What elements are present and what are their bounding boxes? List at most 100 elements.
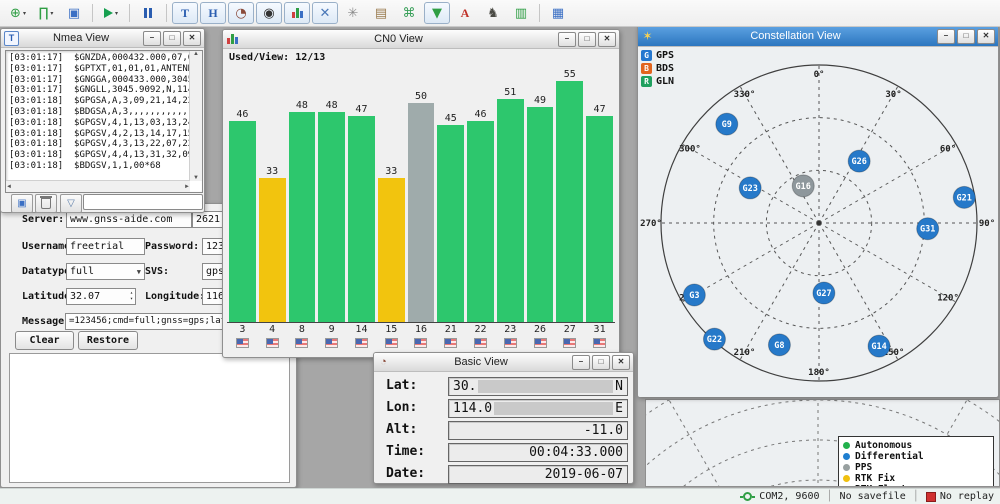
cn0-value-label: 51 <box>504 87 516 98</box>
device-tree-button[interactable]: ⌘ <box>396 2 422 24</box>
constellation-view-button[interactable]: ✕ <box>312 2 338 24</box>
font-button[interactable]: A <box>452 2 478 24</box>
svg-text:60°: 60° <box>940 145 956 155</box>
bird-button[interactable]: ♞ <box>480 2 506 24</box>
minimize-button[interactable]: – <box>937 29 955 44</box>
datatype-select[interactable]: full ▼ <box>66 263 145 280</box>
basic-view-titlebar[interactable]: ◔ Basic View – □ ✕ <box>374 353 633 372</box>
minimize-button[interactable]: – <box>143 31 161 46</box>
constellation-legend: GGPSBBDSRGLN <box>641 49 674 88</box>
svg-text:G9: G9 <box>722 120 732 130</box>
longitude-label: Longitude: <box>145 288 205 305</box>
legend-dot-icon <box>843 486 850 487</box>
replay-stop-icon <box>926 492 936 502</box>
scroll-down-icon[interactable]: ▼ <box>190 175 202 181</box>
spinner-arrows-icon[interactable]: ▴▾ <box>130 290 133 302</box>
basic-date-value: 2019-06-07 <box>545 467 623 482</box>
minimize-button[interactable]: – <box>572 355 590 370</box>
chevron-down-icon[interactable]: ▾ <box>50 10 53 17</box>
satellite-G23: G23 <box>739 177 761 199</box>
maximize-button[interactable]: □ <box>592 355 610 370</box>
filter-button[interactable]: ▽ <box>60 194 82 213</box>
scroll-right-icon[interactable]: ► <box>184 184 190 190</box>
cn0-bar-23 <box>497 99 524 323</box>
close-button[interactable]: ✕ <box>612 355 630 370</box>
maximize-button[interactable]: □ <box>957 29 975 44</box>
gps-flag-icon <box>385 338 398 348</box>
legend-gln-icon: R <box>641 76 652 87</box>
close-button[interactable]: ✕ <box>977 29 995 44</box>
connect-button[interactable]: ⊕▾ <box>5 2 31 24</box>
cn0-value-label: 47 <box>594 104 606 115</box>
minimize-button[interactable]: – <box>558 32 576 47</box>
clear-button[interactable]: Clear <box>15 331 74 350</box>
svg-text:G8: G8 <box>774 341 784 351</box>
cn0-category-label: 27 <box>564 323 576 336</box>
satellite-G14: G14 <box>868 335 890 357</box>
cn0-bar-4 <box>259 178 286 323</box>
save-button[interactable]: ▣ <box>61 2 87 24</box>
nmea-text-view-button[interactable]: T <box>172 2 198 24</box>
cn0-view-button[interactable] <box>284 2 310 24</box>
cn0-bar-27 <box>556 81 583 323</box>
latitude-spinner[interactable]: 32.07 ▴▾ <box>66 288 136 305</box>
username-field[interactable]: freetrial <box>66 238 145 255</box>
svg-text:G3: G3 <box>689 291 699 301</box>
nmea-view-icon: T <box>4 31 19 46</box>
cn0-view-titlebar[interactable]: CN0 View – □ ✕ <box>223 30 619 49</box>
ntrip-console-area[interactable] <box>9 353 290 483</box>
cn0-bar-14 <box>348 116 375 323</box>
value-prefix: 30. <box>453 379 476 394</box>
track-view-window: AutonomousDifferentialPPSRTK FixRTK Floa… <box>645 399 1000 487</box>
server-label: Server: <box>22 211 64 228</box>
constellation-view-titlebar[interactable]: ✶ Constellation View – □ ✕ <box>638 26 998 47</box>
restore-button[interactable]: Restore <box>78 331 138 350</box>
update-button[interactable]: ▼ <box>424 2 450 24</box>
maximize-button[interactable]: □ <box>578 32 596 47</box>
log-button[interactable]: ▣ <box>11 194 33 213</box>
nmea-view-titlebar[interactable]: T Nmea View – □ ✕ <box>1 29 204 48</box>
filter-icon: ▽ <box>67 198 75 209</box>
legend-dot-icon <box>843 453 850 460</box>
close-button[interactable]: ✕ <box>183 31 201 46</box>
scroll-up-icon[interactable]: ▲ <box>190 51 202 57</box>
settings-button[interactable]: ✳ <box>340 2 366 24</box>
nmea-message-list[interactable]: [03:01:17] $GNZDA,000432.000,07,06,2019 … <box>5 50 203 193</box>
cn0-column-16: 5016 <box>408 67 435 350</box>
vertical-scrollbar[interactable]: ▲ ▼ <box>189 51 202 181</box>
scroll-left-icon[interactable]: ◄ <box>6 184 12 190</box>
horizontal-scrollbar[interactable]: ◄ ► <box>6 180 190 192</box>
hex-view-button[interactable]: H <box>200 2 226 24</box>
cn0-value-label: 47 <box>355 104 367 115</box>
basic-alt-value: -11.0 <box>584 423 623 438</box>
chevron-down-icon[interactable]: ▾ <box>115 10 118 17</box>
svg-text:0°: 0° <box>814 70 825 80</box>
chevron-down-icon[interactable]: ▾ <box>23 10 26 17</box>
svs-label: SVS: <box>145 263 169 280</box>
basic-view-button[interactable]: ◔ <box>228 2 254 24</box>
delete-button[interactable] <box>35 194 57 213</box>
cn0-bar-chart: 4633344884894714331550164521462251234926… <box>227 67 615 350</box>
maximize-button[interactable]: □ <box>163 31 181 46</box>
gps-flag-icon <box>444 338 457 348</box>
cn0-value-label: 46 <box>236 109 248 120</box>
track-view-button[interactable]: ◉ <box>256 2 282 24</box>
satellite-G22: G22 <box>703 328 725 350</box>
battery-button[interactable]: ▥ <box>508 2 534 24</box>
filter-input[interactable] <box>83 194 203 210</box>
legend-label: Autonomous <box>855 440 912 451</box>
svg-text:G23: G23 <box>742 184 757 194</box>
server-field[interactable]: www.gnss-aide.com <box>66 211 192 228</box>
savefile-status: No savefile <box>840 491 906 502</box>
cn0-category-label: 31 <box>594 323 606 336</box>
play-button[interactable]: ▾ <box>98 2 124 24</box>
gps-flag-icon <box>504 338 517 348</box>
font-icon: A <box>461 6 470 21</box>
data-stream-button[interactable]: ∏▾ <box>33 2 59 24</box>
legend-dot-icon <box>843 442 850 449</box>
pause-button[interactable] <box>135 2 161 24</box>
bar-chart-icon <box>292 8 303 18</box>
layout-table-button[interactable]: ▦ <box>545 2 571 24</box>
clipboard-button[interactable]: ▤ <box>368 2 394 24</box>
close-button[interactable]: ✕ <box>598 32 616 47</box>
